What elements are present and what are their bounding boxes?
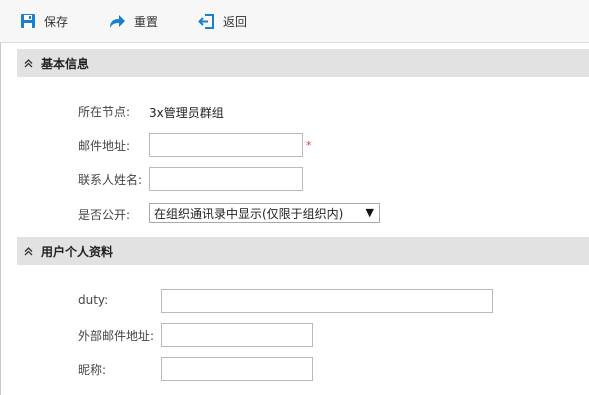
reset-label: 重置 bbox=[134, 14, 159, 29]
node-label: 所在节点: bbox=[78, 105, 131, 119]
email-label: 邮件地址: bbox=[78, 139, 131, 153]
reset-button[interactable]: 重置 bbox=[108, 0, 158, 42]
left-border bbox=[0, 43, 1, 395]
save-label: 保存 bbox=[44, 14, 69, 29]
public-select[interactable]: 在组织通讯录中显示(仅限于组织内) ▼ bbox=[149, 203, 380, 223]
contact-name-field[interactable] bbox=[149, 167, 303, 191]
public-selected-value: 在组织通讯录中显示(仅限于组织内) bbox=[154, 206, 344, 221]
section-user-profile[interactable]: 用户个人资料 bbox=[17, 237, 589, 265]
nickname-label: 昵称: bbox=[78, 363, 107, 377]
save-button[interactable]: 保存 bbox=[20, 0, 68, 42]
redo-icon bbox=[110, 15, 125, 28]
section-title: 用户个人资料 bbox=[41, 244, 114, 259]
external-email-field[interactable] bbox=[161, 323, 313, 347]
email-field[interactable] bbox=[149, 133, 303, 157]
dropdown-arrow-icon: ▼ bbox=[365, 206, 374, 219]
external-email-label: 外部邮件地址: bbox=[78, 329, 155, 343]
back-icon bbox=[198, 13, 214, 29]
section-title: 基本信息 bbox=[41, 56, 90, 71]
toolbar: 保存 重置 返回 bbox=[0, 0, 589, 43]
chevron-up-double-icon bbox=[24, 246, 33, 255]
public-label: 是否公开: bbox=[78, 208, 131, 222]
node-value: 3x管理员群组 bbox=[149, 106, 224, 120]
required-mark: * bbox=[306, 139, 312, 152]
back-button[interactable]: 返回 bbox=[198, 0, 247, 42]
section-basic-info[interactable]: 基本信息 bbox=[17, 49, 589, 77]
back-label: 返回 bbox=[223, 14, 248, 29]
duty-field[interactable] bbox=[161, 289, 493, 313]
save-icon bbox=[21, 14, 35, 28]
chevron-up-double-icon bbox=[24, 58, 33, 67]
nickname-field[interactable] bbox=[161, 357, 313, 381]
contact-name-label: 联系人姓名: bbox=[78, 173, 143, 187]
duty-label: duty: bbox=[78, 293, 109, 307]
